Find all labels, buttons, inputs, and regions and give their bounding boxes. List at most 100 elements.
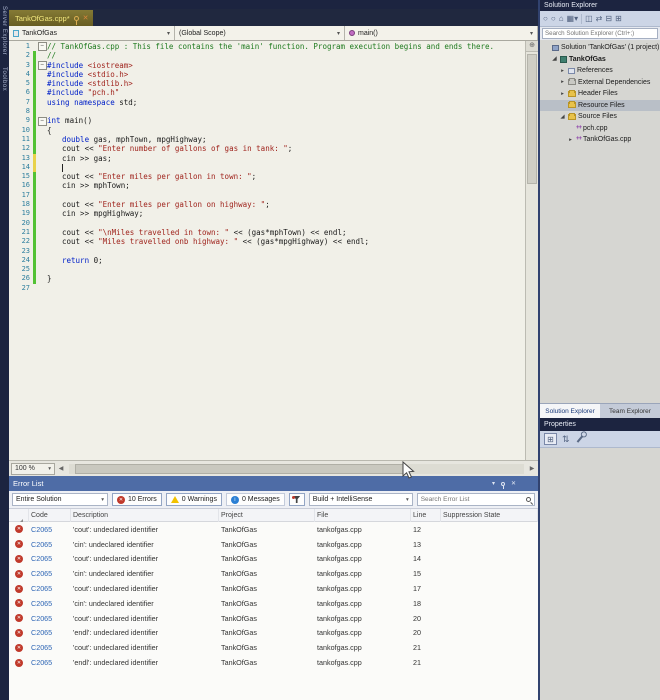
scroll-left-arrow[interactable]: ◀ [55, 465, 67, 472]
tab-solution-explorer[interactable]: Solution Explorer [540, 404, 600, 418]
code-line[interactable]: 14 [9, 162, 525, 173]
code-line[interactable]: 5 #include <stdlib.h> [9, 79, 525, 89]
code-line[interactable]: 7 using namespace std; [9, 97, 525, 108]
error-code-link[interactable]: C2065 [29, 525, 71, 534]
sync-icon[interactable]: ⇄ [596, 12, 603, 26]
error-row[interactable]: C2065'endl': undeclared identifier TankOf… [9, 626, 538, 641]
column-header-project[interactable]: Project [219, 509, 315, 522]
error-row[interactable]: C2065'cout': undeclared identifier TankOf… [9, 640, 538, 655]
errors-filter-button[interactable]: 10 Errors [112, 493, 162, 506]
expander-icon[interactable] [559, 114, 566, 120]
expander-icon[interactable] [559, 68, 566, 74]
code-line[interactable]: 26} [9, 274, 525, 284]
vertical-scrollbar[interactable]: ⊕ [525, 41, 538, 460]
tab-team-explorer[interactable]: Team Explorer [600, 404, 660, 418]
code-line[interactable]: 3 #include <iostream> [9, 60, 525, 70]
code-line[interactable]: 16 cin >> mphTown; [9, 181, 525, 191]
pin-icon[interactable] [73, 15, 79, 25]
code-line[interactable]: 13 cin >> gas; [9, 153, 525, 163]
expander-icon[interactable] [567, 137, 574, 143]
error-code-link[interactable]: C2065 [29, 584, 71, 593]
tab-tankofgas-cpp[interactable]: TankOfGas.cpp* ✕ [9, 10, 94, 26]
rail-tab-toolbox[interactable]: Toolbox [0, 61, 8, 97]
horizontal-scrollbar[interactable] [69, 463, 524, 474]
error-code-link[interactable]: C2065 [29, 643, 71, 652]
horizontal-scrollbar-thumb[interactable] [75, 463, 405, 474]
error-row[interactable]: C2065'cout': undeclared identifier TankOf… [9, 552, 538, 567]
code-line[interactable]: 21 cout << "\nMiles travelled in town: " … [9, 227, 525, 238]
column-header-line[interactable]: Line [411, 509, 441, 522]
properties-icon[interactable]: ⊞ [615, 12, 622, 26]
collapse-all-icon[interactable]: ⊟ [605, 12, 612, 26]
code-line[interactable]: 2 // [9, 51, 525, 61]
code-line[interactable]: 6 #include "pch.h" [9, 88, 525, 98]
zoom-dropdown[interactable]: 100 % ▾ [11, 462, 55, 475]
code-line[interactable]: 1 // TankOfGas.cpp : This file contains t… [9, 42, 525, 51]
code-line[interactable]: 19 cin >> mpgHighway; [9, 209, 525, 219]
code-editor[interactable]: 1 // TankOfGas.cpp : This file contains t… [9, 41, 538, 460]
code-line[interactable]: 15 cout << "Enter miles per gallon in tow… [9, 172, 525, 182]
error-search-input[interactable] [420, 496, 523, 503]
code-line[interactable]: 4 #include <stdio.h> [9, 69, 525, 80]
tree-item-references[interactable]: References [540, 65, 660, 77]
code-line[interactable]: 24 return 0; [9, 255, 525, 266]
wrench-icon[interactable] [576, 435, 583, 443]
error-row[interactable]: C2065'cin': undeclared identifier TankOfG… [9, 596, 538, 611]
error-row[interactable]: C2065'cin': undeclared identifier TankOfG… [9, 566, 538, 581]
code-line[interactable]: 27 [9, 284, 525, 293]
code-line[interactable]: 17 [9, 190, 525, 201]
code-line[interactable]: 9 int main() [9, 116, 525, 126]
close-icon[interactable]: ✕ [511, 480, 516, 487]
auto-hide-pin-icon[interactable] [500, 481, 505, 489]
warnings-filter-button[interactable]: 0 Warnings [165, 493, 222, 506]
code-line[interactable]: 10 { [9, 125, 525, 135]
code-line[interactable]: 25 [9, 265, 525, 275]
code-line[interactable]: 8 [9, 107, 525, 117]
column-header-file[interactable]: File [315, 509, 411, 522]
code-line[interactable]: 23 [9, 246, 525, 256]
solution-explorer-search-input[interactable] [542, 28, 658, 39]
column-header-description[interactable]: Description [71, 509, 219, 522]
expander-icon[interactable] [559, 79, 566, 85]
tree-item-solution-tankofgas-1-project-[interactable]: Solution 'TankOfGas' (1 project) [540, 42, 660, 54]
fold-toggle-icon[interactable] [37, 61, 47, 70]
error-row[interactable]: C2065'cin': undeclared identifier TankOfG… [9, 537, 538, 552]
categorized-icon[interactable]: ⊞ [544, 433, 557, 445]
scope-dropdown[interactable]: (Global Scope) ▾ [175, 26, 345, 40]
error-code-link[interactable]: C2065 [29, 554, 71, 563]
tree-item-external-dependencies[interactable]: External Dependencies [540, 77, 660, 89]
error-row[interactable]: C2065'endl': undeclared identifier TankOf… [9, 655, 538, 670]
error-code-link[interactable]: C2065 [29, 658, 71, 667]
expander-icon[interactable] [559, 91, 566, 97]
tree-item-tankofgas[interactable]: TankOfGas [540, 54, 660, 66]
column-header-suppression[interactable]: Suppression State [441, 509, 538, 522]
code-line[interactable]: 12 cout << "Enter number of gallons of ga… [9, 144, 525, 154]
messages-filter-button[interactable]: 0 Messages [225, 493, 285, 506]
search-icon[interactable] [526, 497, 531, 502]
error-row[interactable]: C2065'cout': undeclared identifier TankOf… [9, 522, 538, 537]
scope-filter-dropdown[interactable]: Entire Solution ▾ [12, 493, 108, 506]
rail-tab-server-explorer[interactable]: Server Explorer [0, 0, 8, 61]
code-line[interactable]: 11 double gas, mphTown, mpgHighway; [9, 134, 525, 145]
sort-column-header[interactable] [9, 509, 29, 522]
forward-icon[interactable]: ○ [551, 12, 556, 26]
error-code-link[interactable]: C2065 [29, 599, 71, 608]
scroll-right-arrow[interactable]: ▶ [526, 465, 538, 472]
solution-explorer-search-box[interactable] [540, 27, 660, 40]
member-dropdown[interactable]: main() ▾ [345, 26, 538, 40]
error-code-link[interactable]: C2065 [29, 540, 71, 549]
split-handle-icon[interactable]: ⊕ [526, 41, 538, 52]
tree-item-source-files[interactable]: Source Files [540, 111, 660, 123]
switch-views-icon[interactable]: ▦▾ [567, 12, 579, 26]
error-row[interactable]: C2065'cout': undeclared identifier TankOf… [9, 611, 538, 626]
project-dropdown[interactable]: TankOfGas ▾ [9, 26, 175, 40]
source-filter-dropdown[interactable]: Build + IntelliSense ▾ [308, 493, 413, 506]
tree-item-resource-files[interactable]: Resource Files [540, 99, 660, 111]
error-code-link[interactable]: C2065 [29, 628, 71, 637]
window-position-icon[interactable]: ▾ [492, 480, 495, 487]
tree-item-header-files[interactable]: Header Files [540, 88, 660, 100]
expander-icon[interactable] [551, 56, 558, 62]
code-line[interactable]: 22 cout << "Miles travelled onb highway: … [9, 237, 525, 247]
code-line[interactable]: 20 [9, 218, 525, 228]
sort-alphabetical-icon[interactable]: ⇅ [562, 434, 570, 445]
